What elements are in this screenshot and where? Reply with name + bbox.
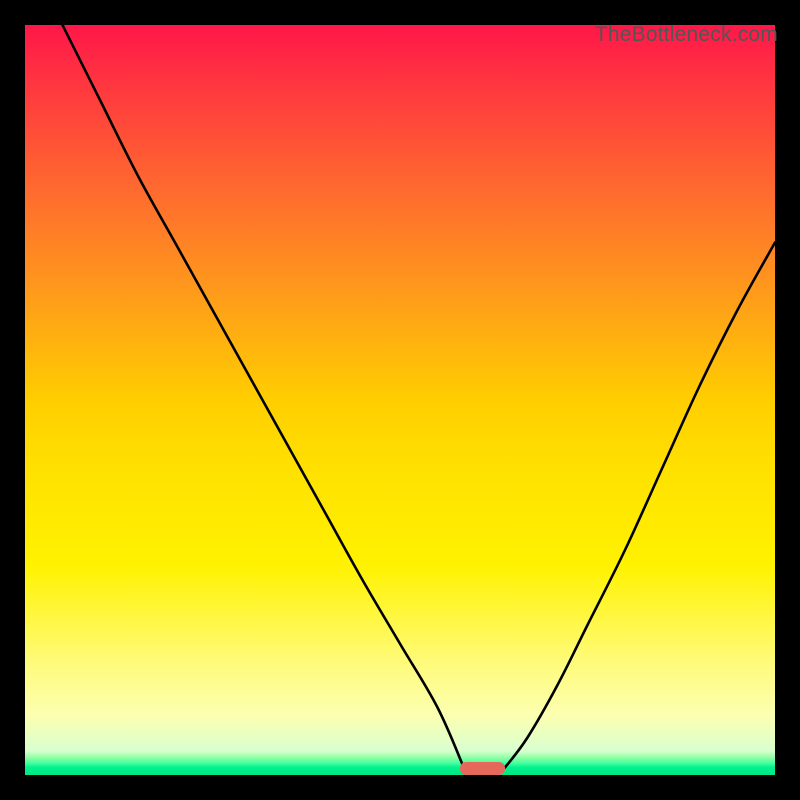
plot-area <box>25 25 775 775</box>
curve-layer <box>25 25 775 775</box>
bottleneck-curve-right <box>505 243 775 768</box>
bottleneck-curve-left <box>63 25 464 768</box>
watermark-text: TheBottleneck.com <box>595 23 778 47</box>
chart-frame: TheBottleneck.com <box>0 0 800 800</box>
optimum-marker <box>460 762 505 775</box>
